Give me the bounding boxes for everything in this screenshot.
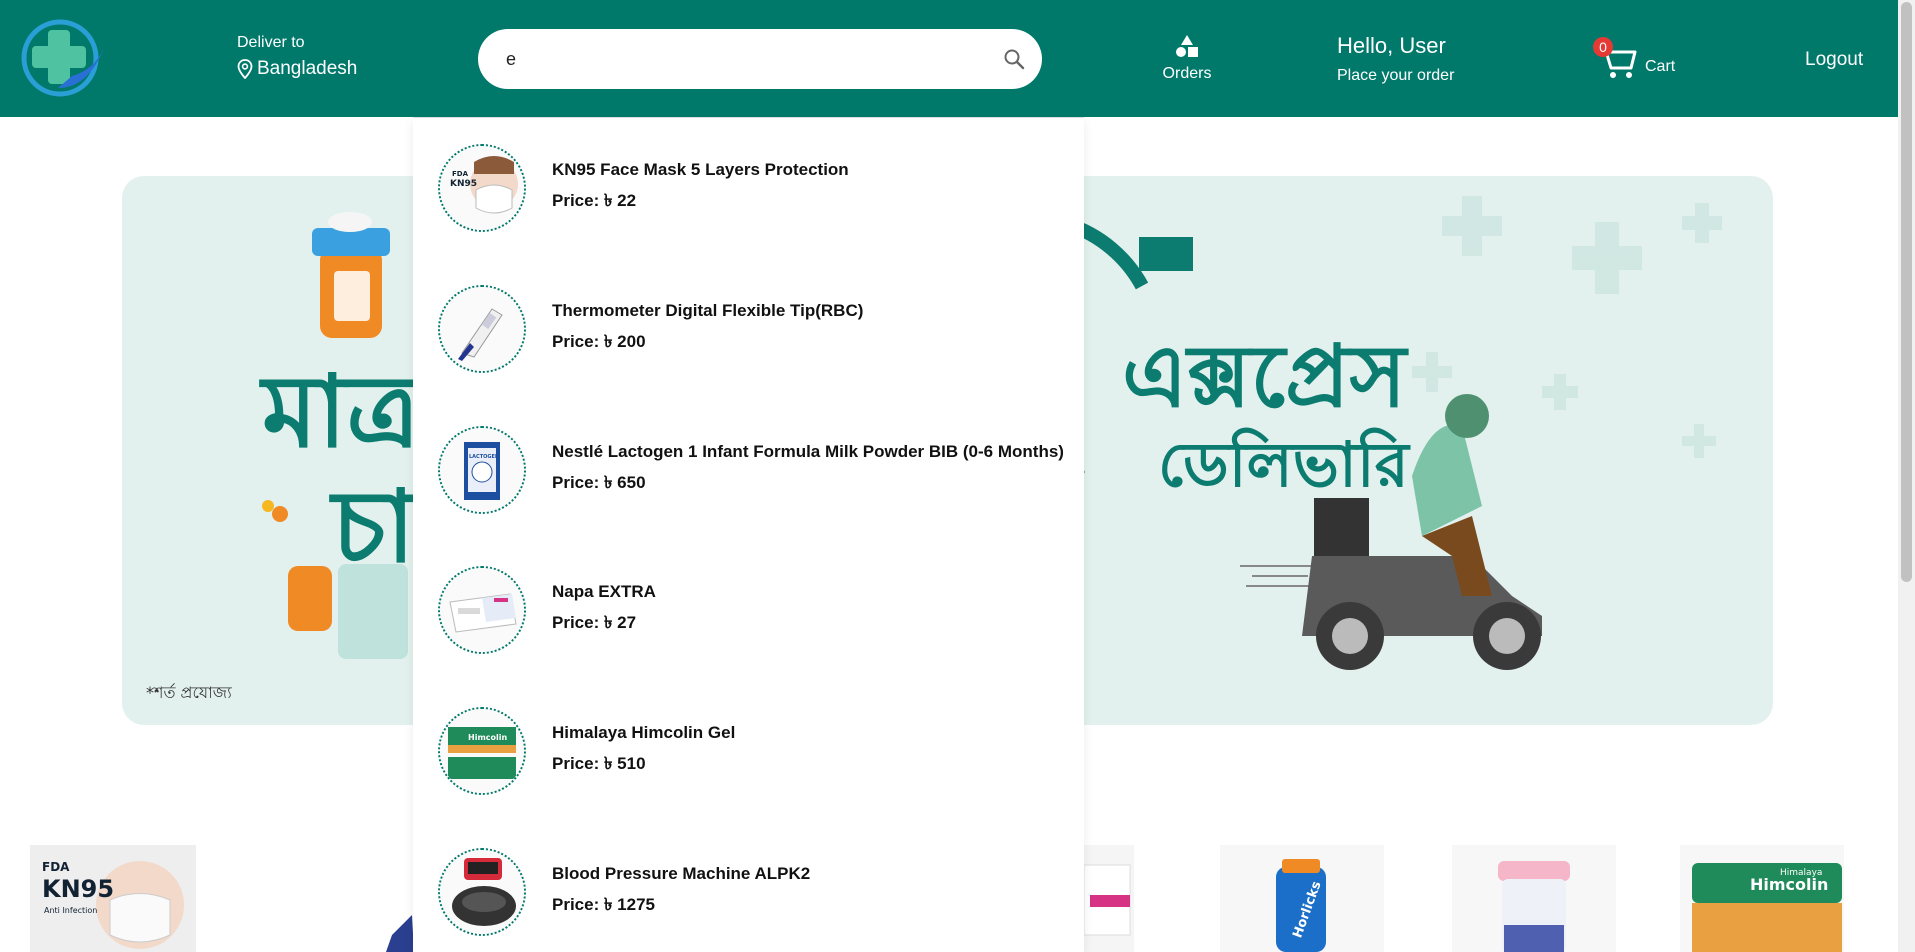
thumb-himcolin-label: Himcolin: [468, 733, 507, 742]
tablet-box-icon: [440, 568, 524, 652]
search-result-item[interactable]: LACTOGEN Nestlé Lactogen 1 Infant Formul…: [438, 425, 1078, 515]
result-price: Price: ৳ 200: [552, 332, 646, 351]
orders-link[interactable]: Orders: [1162, 34, 1212, 83]
product-card[interactable]: FDA KN95 Anti Infection: [30, 845, 196, 952]
scrollbar-thumb[interactable]: [1901, 2, 1912, 582]
location-pin-icon: [237, 59, 253, 79]
result-name: Blood Pressure Machine ALPK2: [552, 864, 811, 883]
product-card[interactable]: Himcolin Himalaya: [1680, 845, 1844, 952]
search-result-item[interactable]: Blood Pressure Machine ALPK2 Price: ৳ 12…: [438, 847, 1078, 937]
banner-text-right-1: এক্সপ্রেস: [1122, 327, 1409, 427]
product-thumbnail: Himcolin: [438, 707, 526, 795]
result-name: Himalaya Himcolin Gel: [552, 723, 736, 742]
search-result-item[interactable]: FDA KN95 KN95 Face Mask 5 Layers Protect…: [438, 143, 1078, 233]
greeting-subtext: Place your order: [1337, 67, 1455, 84]
search-result-item[interactable]: Thermometer Digital Flexible Tip(RBC) Pr…: [438, 284, 1078, 374]
search-icon[interactable]: [1002, 47, 1026, 71]
mask-fda-label: FDA: [42, 860, 70, 874]
product-thumbnail: FDA KN95: [438, 144, 526, 232]
result-price: Price: ৳ 1275: [552, 895, 655, 914]
result-name: Napa EXTRA: [552, 582, 656, 601]
banner-text-left-1: মাত্র: [259, 353, 424, 470]
thumb-mask-brand: KN95: [450, 179, 477, 189]
cart-link[interactable]: 0 Cart: [1593, 36, 1676, 80]
location-text: Bangladesh: [257, 58, 358, 79]
banner-text-right-2: ডেলিভারি: [1158, 428, 1411, 501]
search-input[interactable]: [506, 43, 966, 75]
cart-count-badge: 0: [1593, 37, 1613, 57]
banner-footnote: *শর্ত প্রযোজ্য: [146, 683, 232, 702]
mask-sub-label: Anti Infection: [44, 906, 97, 915]
orders-label: Orders: [1162, 65, 1212, 82]
thermometer-icon: [440, 287, 524, 371]
product-card[interactable]: [352, 845, 414, 952]
result-price: Price: ৳ 510: [552, 754, 646, 773]
product-thumbnail: [438, 848, 526, 936]
top-header: Deliver to Bangladesh Orders Hello, User: [0, 0, 1898, 117]
deliver-location[interactable]: Bangladesh: [237, 58, 357, 80]
pharmacy-logo[interactable]: [18, 18, 108, 98]
shapes-icon: [1176, 35, 1198, 57]
result-name: Thermometer Digital Flexible Tip(RBC): [552, 301, 864, 320]
thumb-mask-fda: FDA: [452, 170, 469, 178]
search-results-dropdown: FDA KN95 KN95 Face Mask 5 Layers Protect…: [413, 117, 1084, 952]
search-result-item[interactable]: Himcolin Himalaya Himcolin Gel Price: ৳ …: [438, 706, 1078, 796]
result-price: Price: ৳ 22: [552, 191, 637, 210]
search-bar: [478, 29, 1042, 89]
deliver-to[interactable]: Deliver to Bangladesh: [237, 34, 357, 80]
product-card[interactable]: [1084, 845, 1134, 952]
result-name: Nestlé Lactogen 1 Infant Formula Milk Po…: [552, 442, 1064, 461]
result-price: Price: ৳ 27: [552, 613, 637, 632]
thumb-lactogen-label: LACTOGEN: [469, 454, 499, 460]
pill-bottle-icon: [312, 212, 390, 338]
mask-brand-label: KN95: [42, 875, 114, 903]
bp-machine-icon: [440, 850, 524, 934]
product-thumbnail: [438, 566, 526, 654]
logout-button[interactable]: Logout: [1805, 49, 1863, 71]
page-scrollbar[interactable]: [1898, 0, 1915, 952]
himcolin-brand: Himalaya: [1780, 868, 1822, 878]
deliver-label: Deliver to: [237, 34, 305, 51]
product-card[interactable]: [1452, 845, 1616, 952]
user-greeting[interactable]: Hello, User Place your order: [1337, 33, 1454, 85]
search-result-item[interactable]: Napa EXTRA Price: ৳ 27: [438, 565, 1078, 655]
result-name: KN95 Face Mask 5 Layers Protection: [552, 160, 849, 179]
product-thumbnail: LACTOGEN: [438, 426, 526, 514]
result-price: Price: ৳ 650: [552, 473, 646, 492]
product-card[interactable]: Horlicks: [1220, 845, 1384, 952]
cart-label: Cart: [1645, 58, 1676, 75]
product-thumbnail: [438, 285, 526, 373]
greeting-text: Hello, User: [1337, 33, 1446, 58]
